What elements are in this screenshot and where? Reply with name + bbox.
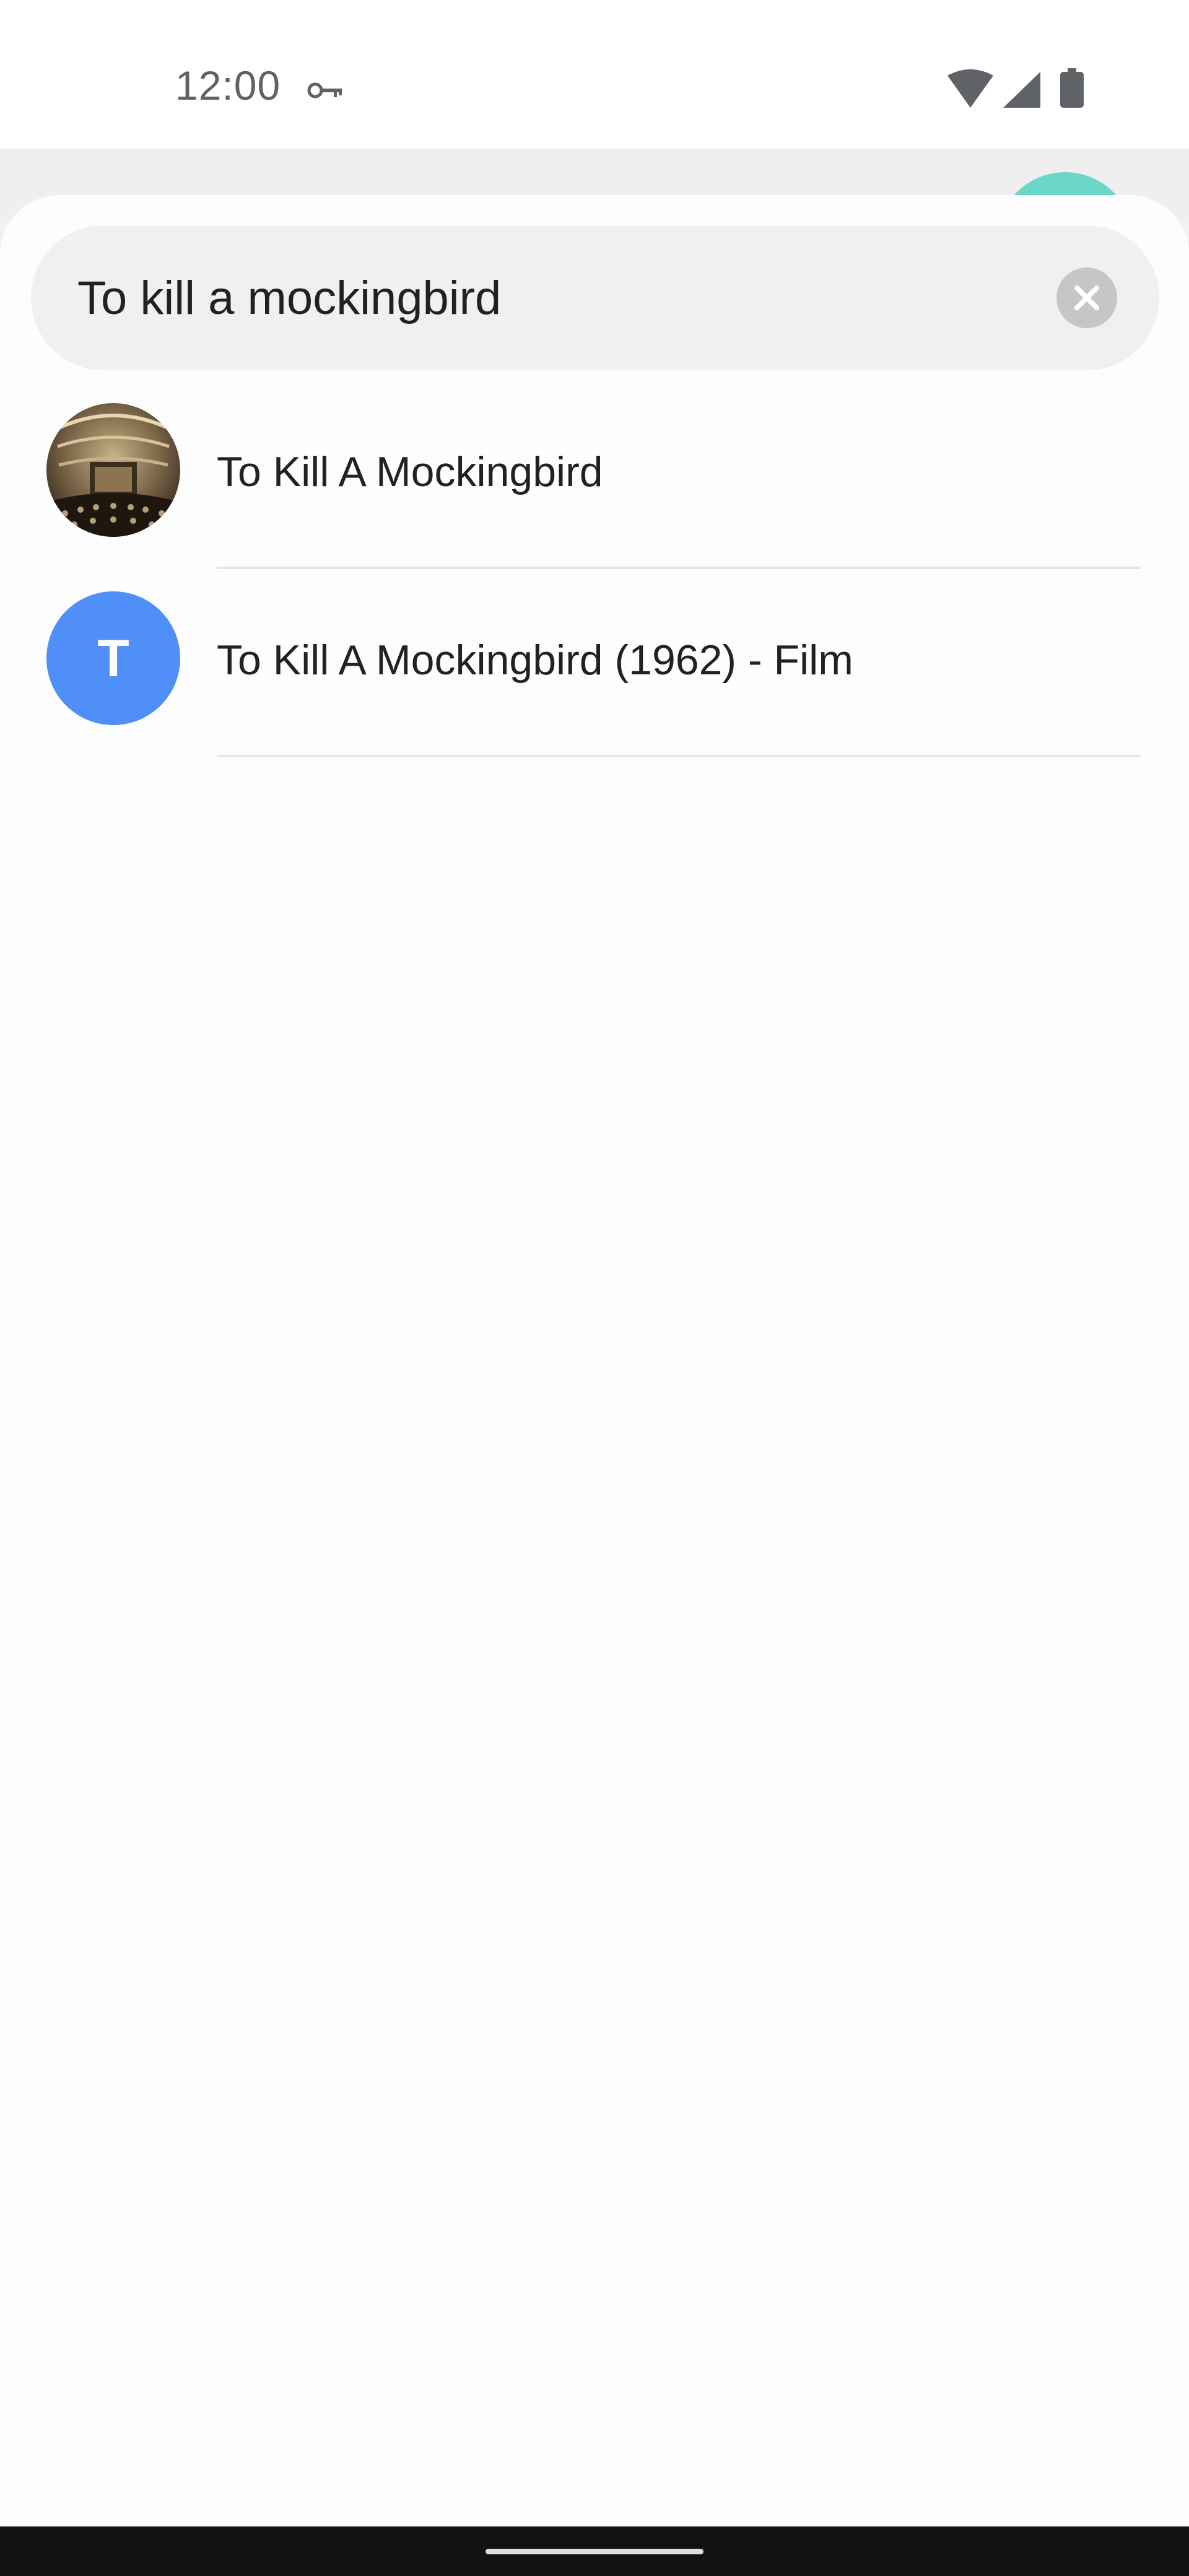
- search-bar[interactable]: To kill a mockingbird: [31, 225, 1159, 370]
- cell-signal-icon: [1003, 72, 1040, 108]
- search-result-item[interactable]: T To Kill A Mockingbird (1962) - Film: [0, 569, 1189, 757]
- search-input[interactable]: To kill a mockingbird: [77, 271, 501, 325]
- result-title: To Kill A Mockingbird (1962) - Film: [217, 637, 853, 684]
- navigation-bar: [0, 2526, 1189, 2576]
- divider: [217, 755, 1141, 757]
- search-result-item[interactable]: To Kill A Mockingbird: [0, 381, 1189, 569]
- wifi-icon: [947, 69, 993, 108]
- status-time: 12:00: [175, 63, 281, 108]
- vpn-key-icon: [307, 82, 342, 98]
- status-bar: 12:00: [0, 0, 1189, 149]
- battery-icon: [1060, 68, 1084, 108]
- clear-search-button[interactable]: [1056, 268, 1117, 328]
- close-icon: [1074, 285, 1099, 310]
- result-title: To Kill A Mockingbird: [217, 448, 603, 495]
- result-thumbnail: [46, 403, 180, 537]
- home-gesture-handle[interactable]: [486, 2549, 703, 2554]
- search-sheet: To kill a mockingbird To Kill A Mockingb…: [0, 195, 1189, 2526]
- result-letter-avatar: T: [46, 591, 180, 725]
- system-icons: [947, 68, 1084, 108]
- theater-image: [46, 403, 180, 537]
